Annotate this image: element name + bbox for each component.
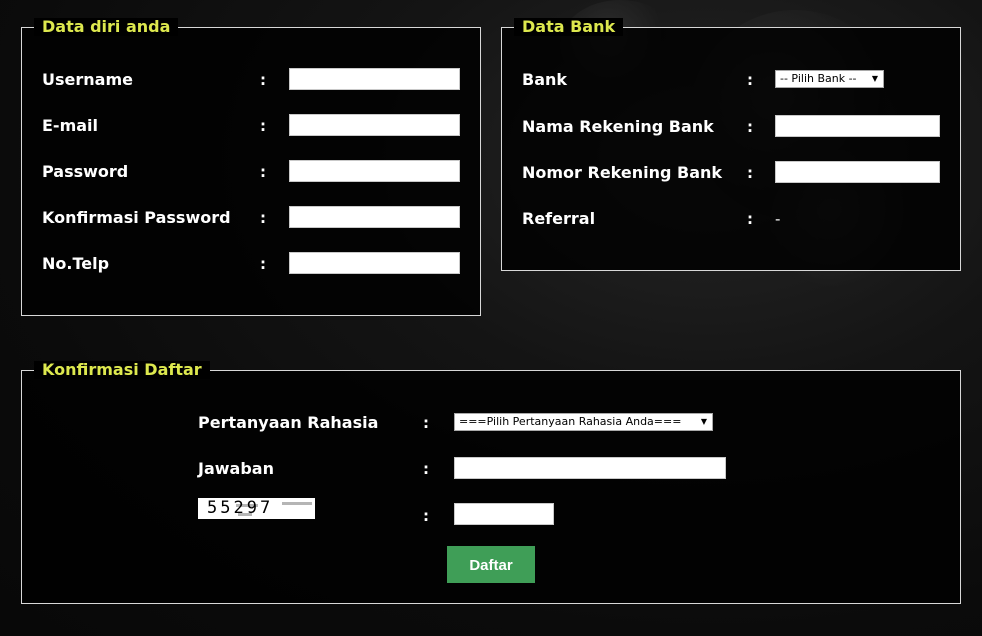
password-input[interactable] [289,160,460,182]
captcha-text: 55297 [207,498,274,518]
answer-input[interactable] [454,457,726,479]
confirm-registration-legend: Konfirmasi Daftar [34,361,210,379]
captcha-image: 55297 [198,498,315,519]
phone-input[interactable] [289,252,460,274]
chevron-down-icon: ▼ [700,417,707,426]
answer-row: Jawaban : [22,457,960,481]
bank-data-legend: Data Bank [514,18,624,36]
email-row: E-mail : [22,114,480,138]
register-button[interactable]: Daftar [447,546,535,583]
account-number-label: Nomor Rekening Bank [522,163,723,182]
colon: : [260,163,266,181]
colon: : [747,164,753,182]
account-number-input[interactable] [775,161,940,183]
referral-row: Referral : - [502,207,960,231]
username-label: Username [42,70,133,89]
confirm-password-input[interactable] [289,206,460,228]
referral-value: - [775,210,781,228]
bank-label: Bank [522,70,568,89]
colon: : [260,71,266,89]
answer-label: Jawaban [198,459,274,478]
bank-data-section: Data Bank Bank : -- Pilih Bank -- ▼ Nama… [501,18,961,271]
phone-row: No.Telp : [22,252,480,276]
email-input[interactable] [289,114,460,136]
secret-question-row: Pertanyaan Rahasia : ===Pilih Pertanyaan… [22,411,960,435]
confirm-password-label: Konfirmasi Password [42,208,231,227]
account-name-input[interactable] [775,115,940,137]
bank-select[interactable]: -- Pilih Bank -- ▼ [775,70,884,88]
password-row: Password : [22,160,480,184]
account-number-row: Nomor Rekening Bank : [502,161,960,185]
colon: : [747,210,753,228]
colon: : [260,209,266,227]
colon: : [260,117,266,135]
bank-select-value: -- Pilih Bank -- [780,72,857,85]
account-name-row: Nama Rekening Bank : [502,115,960,139]
password-label: Password [42,162,129,181]
secret-question-select[interactable]: ===Pilih Pertanyaan Rahasia Anda=== ▼ [454,413,713,431]
username-input[interactable] [289,68,460,90]
colon: : [747,71,753,89]
colon: : [423,460,429,478]
secret-question-label: Pertanyaan Rahasia [198,413,379,432]
colon: : [423,507,429,525]
email-label: E-mail [42,116,99,135]
captcha-input[interactable] [454,503,554,525]
personal-data-section: Data diri anda Username : E-mail : Passw… [21,18,481,316]
personal-data-legend: Data diri anda [34,18,179,36]
referral-label: Referral [522,209,596,228]
bank-row: Bank : -- Pilih Bank -- ▼ [502,68,960,92]
account-name-label: Nama Rekening Bank [522,117,714,136]
chevron-down-icon: ▼ [871,74,878,83]
colon: : [747,118,753,136]
colon: : [260,255,266,273]
username-row: Username : [22,68,480,92]
colon: : [423,414,429,432]
confirm-registration-section: Konfirmasi Daftar Pertanyaan Rahasia : =… [21,361,961,604]
confirm-password-row: Konfirmasi Password : [22,206,480,230]
phone-label: No.Telp [42,254,110,273]
secret-question-select-value: ===Pilih Pertanyaan Rahasia Anda=== [459,415,682,428]
